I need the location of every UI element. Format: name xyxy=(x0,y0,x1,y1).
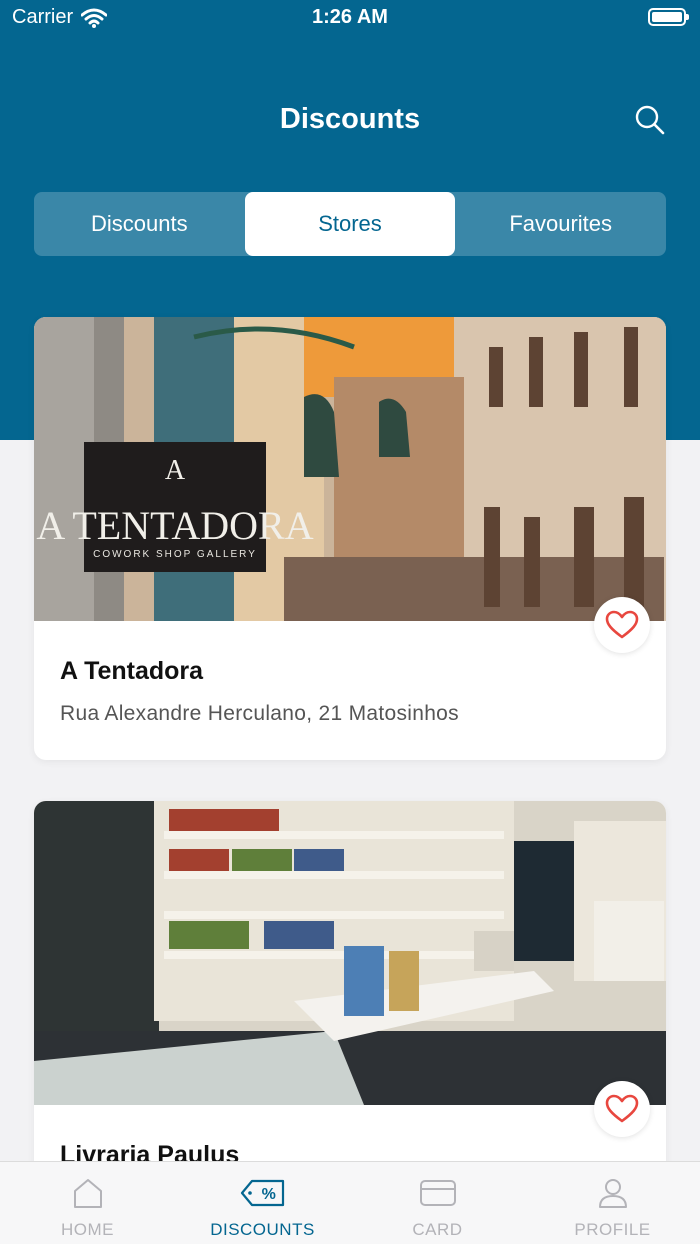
store-card[interactable]: A A TENTADORA COWORK SHOP GALLERY A Tent… xyxy=(34,317,666,760)
tab-label: HOME xyxy=(61,1220,114,1239)
tab-label: CARD xyxy=(412,1220,463,1239)
heart-icon xyxy=(605,610,639,639)
clock: 1:26 AM xyxy=(312,6,388,28)
heart-icon xyxy=(605,1094,639,1123)
tab-home[interactable]: HOME xyxy=(0,1162,175,1244)
store-photo xyxy=(34,801,666,1105)
profile-icon xyxy=(598,1179,627,1208)
search-button[interactable] xyxy=(632,102,668,138)
battery-icon xyxy=(648,8,689,26)
segment-label: Favourites xyxy=(509,211,613,236)
card-icon xyxy=(419,1180,456,1206)
store-address: Rua Alexandre Herculano, 21 Matosinhos xyxy=(60,702,459,725)
favourite-button[interactable] xyxy=(594,597,650,653)
sign-subtitle: COWORK SHOP GALLERY xyxy=(93,549,257,560)
segment-label: Discounts xyxy=(91,211,188,236)
tab-bar: HOME % DISCOUNTS CARD PROFILE xyxy=(0,1161,700,1244)
search-icon xyxy=(635,105,665,135)
status-bar: Carrier 1:26 AM xyxy=(0,0,700,40)
sign-letter: A xyxy=(165,455,186,486)
store-name: A Tentadora xyxy=(60,657,204,685)
discount-tag-icon: % xyxy=(240,1179,284,1207)
segment-stores[interactable]: Stores xyxy=(244,192,456,256)
street-photo-illustration: A A TENTADORA COWORK SHOP GALLERY xyxy=(34,317,666,621)
segment-label: Stores xyxy=(318,211,382,236)
home-icon xyxy=(73,1179,102,1208)
tab-discounts[interactable]: % DISCOUNTS xyxy=(175,1162,350,1244)
tab-label: PROFILE xyxy=(574,1220,651,1239)
tab-label: DISCOUNTS xyxy=(210,1220,315,1239)
tab-profile[interactable]: PROFILE xyxy=(525,1162,700,1244)
favourite-button[interactable] xyxy=(594,1081,650,1137)
segment-favourites[interactable]: Favourites xyxy=(455,192,666,256)
app-screen: Carrier 1:26 AM Discounts Discounts Stor… xyxy=(0,0,700,1244)
page-title: Discounts xyxy=(279,103,421,135)
tab-card[interactable]: CARD xyxy=(350,1162,525,1244)
segmented-control: Discounts Stores Favourites xyxy=(34,192,666,256)
bookstore-photo-illustration xyxy=(34,801,666,1105)
svg-text:%: % xyxy=(261,1186,276,1203)
sign-title: A TENTADORA xyxy=(36,503,313,548)
store-photo: A A TENTADORA COWORK SHOP GALLERY xyxy=(34,317,666,621)
segment-discounts[interactable]: Discounts xyxy=(34,192,245,256)
